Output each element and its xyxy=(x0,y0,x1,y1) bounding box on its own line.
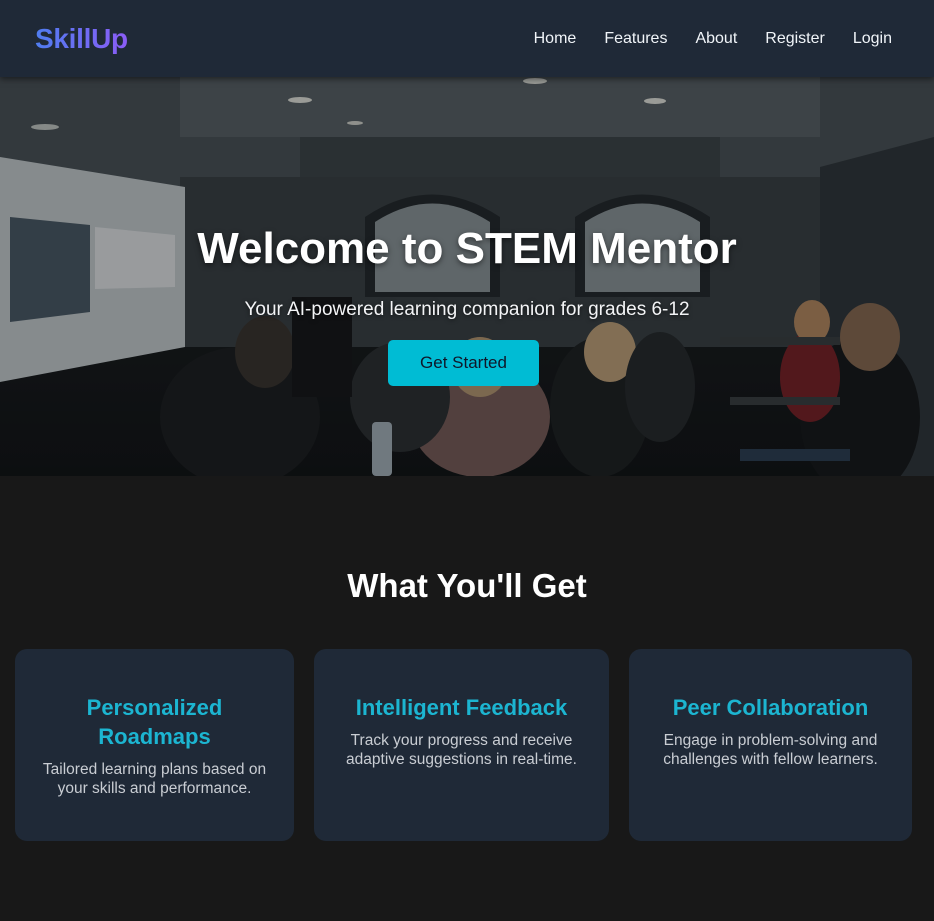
feature-card-description: Track your progress and receive adaptive… xyxy=(346,732,577,768)
feature-card-description: Engage in problem-solving and challenges… xyxy=(663,732,878,768)
feature-card-title: Personalized Roadmaps xyxy=(86,695,223,749)
hero-content: Welcome to STEM Mentor Your AI-powered l… xyxy=(0,77,934,476)
hero-title: Welcome to STEM Mentor xyxy=(197,224,737,273)
features-title: What You'll Get xyxy=(347,567,587,604)
nav-links: Home Features About Register Login xyxy=(534,30,892,48)
navbar: SkillUp Home Features About Register Log… xyxy=(0,0,934,77)
brand-logo[interactable]: SkillUp xyxy=(35,23,128,55)
nav-link-register[interactable]: Register xyxy=(765,30,825,48)
hero-subtitle: Your AI-powered learning companion for g… xyxy=(244,299,690,320)
feature-card-personalized-roadmaps: Personalized Roadmaps Tailored learning … xyxy=(15,649,294,841)
get-started-button[interactable]: Get Started xyxy=(388,340,539,386)
feature-card-description: Tailored learning plans based on your sk… xyxy=(42,761,267,797)
feature-card-peer-collaboration: Peer Collaboration Engage in problem-sol… xyxy=(629,649,912,841)
nav-link-about[interactable]: About xyxy=(695,30,737,48)
hero-section: Welcome to STEM Mentor Your AI-powered l… xyxy=(0,77,934,476)
feature-card-title: Intelligent Feedback xyxy=(355,695,568,720)
feature-card-title: Peer Collaboration xyxy=(672,695,869,720)
nav-link-home[interactable]: Home xyxy=(534,30,577,48)
feature-card-intelligent-feedback: Intelligent Feedback Track your progress… xyxy=(314,649,609,841)
nav-link-features[interactable]: Features xyxy=(604,30,667,48)
nav-link-login[interactable]: Login xyxy=(853,30,892,48)
